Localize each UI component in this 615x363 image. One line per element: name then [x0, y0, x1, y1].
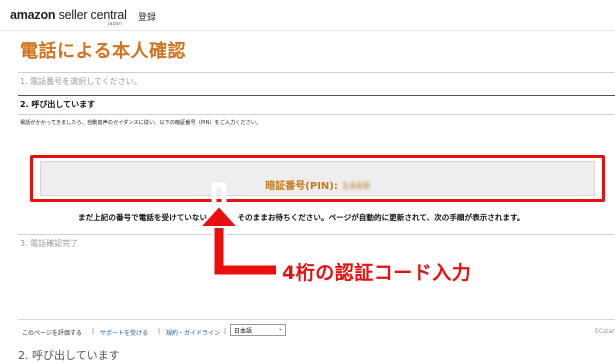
- annotation-label: 4桁の認証コード入力: [282, 262, 472, 284]
- policies-link[interactable]: 規約・ガイドライン: [166, 328, 220, 337]
- page-id-text: ECstarts: [595, 328, 615, 335]
- annotation-arrow-icon: [199, 182, 276, 277]
- get-support-link[interactable]: サポートを受ける: [100, 328, 148, 337]
- footer-separator: |: [158, 328, 161, 335]
- language-select[interactable]: 日本語 ⌄: [230, 324, 286, 336]
- footer-separator: |: [92, 328, 95, 335]
- chevron-down-icon: ⌄: [277, 325, 283, 332]
- footer-separator: |: [224, 328, 227, 335]
- footer: このページを評価する | サポートを受ける | 規約・ガイドライン | 日本語 …: [18, 319, 615, 340]
- bottom-cut-step-text: 2. 呼び出しています: [18, 349, 120, 362]
- language-selected-value: 日本語: [234, 328, 253, 335]
- rate-page-link[interactable]: このページを評価する: [22, 328, 82, 337]
